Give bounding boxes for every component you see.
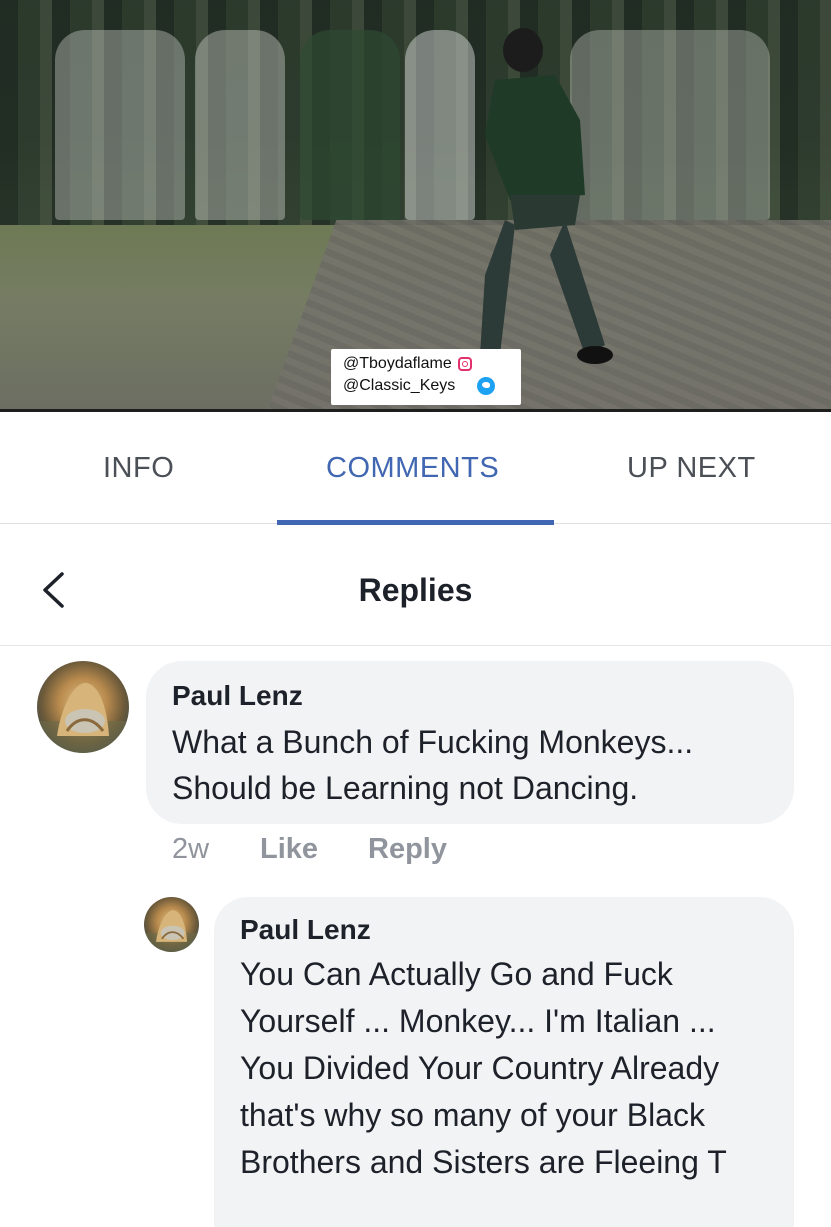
twitter-icon — [477, 377, 496, 395]
comment-bubble: Paul Lenz What a Bunch of Fucking Monkey… — [146, 661, 794, 824]
watermark-twitter-handle: @Classic_Keys — [343, 377, 456, 394]
dancer-figure — [471, 28, 613, 364]
instagram-icon — [457, 357, 472, 371]
crowd-figure — [300, 30, 400, 220]
replies-header: Replies — [0, 524, 831, 646]
page-title: Replies — [358, 572, 473, 608]
video-player[interactable]: @Tboydaflame @Classic_Keys — [0, 0, 831, 411]
tab-up-next[interactable]: UP NEXT — [627, 452, 756, 485]
tab-info[interactable]: INFO — [103, 452, 174, 485]
watermark-instagram-handle: @Tboydaflame — [343, 355, 452, 372]
comment-actions: 2w Like Reply — [172, 833, 572, 873]
reply-author[interactable]: Paul Lenz — [240, 913, 794, 947]
tab-comments[interactable]: COMMENTS — [326, 452, 499, 485]
crowd-figure — [55, 30, 185, 220]
crowd-figure — [195, 30, 285, 220]
avatar[interactable] — [37, 661, 129, 753]
avatar[interactable] — [144, 897, 199, 952]
reply-button[interactable]: Reply — [368, 833, 447, 866]
reply-bubble: Paul Lenz You Can Actually Go and Fuck Y… — [214, 897, 794, 1227]
comment-timestamp: 2w — [172, 833, 210, 865]
like-button[interactable]: Like — [260, 833, 318, 866]
reply-text: You Can Actually Go and Fuck Yourself ..… — [240, 956, 727, 1180]
comment-author[interactable]: Paul Lenz — [172, 679, 794, 713]
tab-bar: INFO COMMENTS UP NEXT — [0, 412, 831, 525]
video-watermark: @Tboydaflame @Classic_Keys — [331, 349, 521, 405]
comment-text: What a Bunch of Fucking Monkeys... Shoul… — [172, 724, 694, 806]
